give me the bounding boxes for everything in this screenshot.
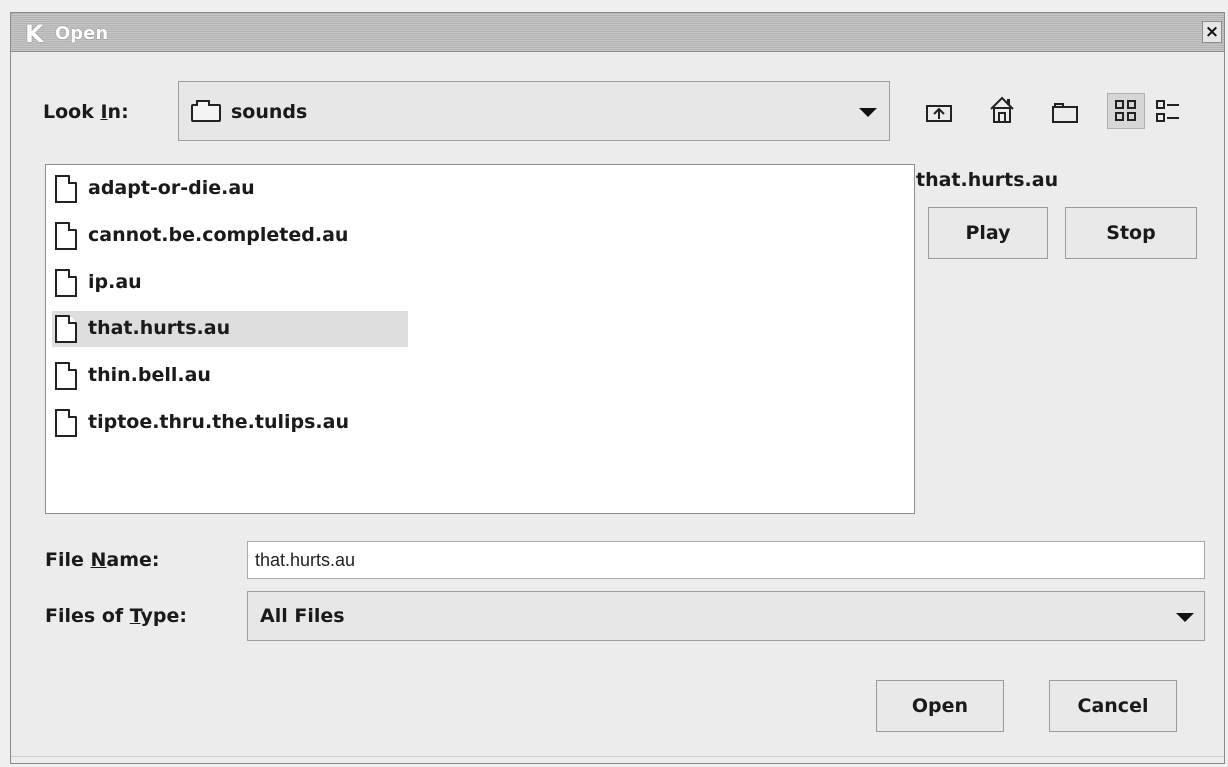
file-icon xyxy=(55,315,77,343)
file-name: that.hurts.au xyxy=(88,317,231,339)
up-one-level-button[interactable] xyxy=(922,95,956,129)
file-name-label: File Name: xyxy=(45,549,160,571)
file-list[interactable]: adapt-or-die.au cannot.be.completed.au i… xyxy=(45,164,915,514)
details-view-icon xyxy=(1156,100,1179,122)
folder-icon xyxy=(191,100,221,122)
details-view-button[interactable] xyxy=(1151,95,1185,129)
stop-button[interactable]: Stop xyxy=(1065,207,1197,259)
look-in-combo[interactable]: sounds xyxy=(178,81,890,141)
list-item-selected[interactable]: that.hurts.au xyxy=(52,311,408,347)
file-name: thin.bell.au xyxy=(88,364,211,386)
app-k-icon: K xyxy=(25,20,44,48)
file-icon xyxy=(55,269,77,297)
file-name: ip.au xyxy=(88,271,142,293)
file-name: cannot.be.completed.au xyxy=(88,224,349,246)
look-in-label: Look In: xyxy=(43,101,129,123)
preview-file-name: that.hurts.au xyxy=(916,169,1059,191)
list-item[interactable]: thin.bell.au xyxy=(52,358,408,394)
list-item[interactable]: adapt-or-die.au xyxy=(52,171,408,207)
files-of-type-value: All Files xyxy=(260,605,345,627)
new-folder-button[interactable] xyxy=(1048,95,1082,129)
file-icon xyxy=(55,222,77,250)
title-bar[interactable]: K Open × xyxy=(11,13,1224,52)
chevron-down-icon[interactable] xyxy=(1176,613,1194,622)
cancel-button[interactable]: Cancel xyxy=(1049,680,1177,732)
list-view-button[interactable] xyxy=(1107,93,1145,129)
open-button[interactable]: Open xyxy=(876,680,1004,732)
list-view-icon xyxy=(1115,100,1136,121)
files-of-type-label: Files of Type: xyxy=(45,605,187,627)
new-folder-icon xyxy=(1052,103,1078,123)
file-icon xyxy=(55,362,77,390)
file-name: tiptoe.thru.the.tulips.au xyxy=(88,411,349,433)
up-one-level-icon xyxy=(926,105,952,122)
play-button[interactable]: Play xyxy=(928,207,1048,259)
file-icon xyxy=(55,409,77,437)
close-button[interactable]: × xyxy=(1202,21,1222,43)
look-in-value: sounds xyxy=(231,101,308,123)
list-item[interactable]: tiptoe.thru.the.tulips.au xyxy=(52,405,408,441)
home-icon xyxy=(990,96,1014,123)
list-item[interactable]: ip.au xyxy=(52,265,408,301)
open-dialog: K Open × Look In: sounds adapt-or-die.au… xyxy=(10,12,1225,764)
file-icon xyxy=(55,175,77,203)
list-item[interactable]: cannot.be.completed.au xyxy=(52,218,408,254)
files-of-type-combo[interactable]: All Files xyxy=(247,591,1205,641)
file-name: adapt-or-die.au xyxy=(88,177,255,199)
bottom-edge xyxy=(11,756,1224,763)
window-title: Open xyxy=(55,23,109,44)
file-name-field[interactable]: that.hurts.au xyxy=(247,541,1205,579)
chevron-down-icon[interactable] xyxy=(859,108,877,117)
home-button[interactable] xyxy=(985,93,1019,127)
